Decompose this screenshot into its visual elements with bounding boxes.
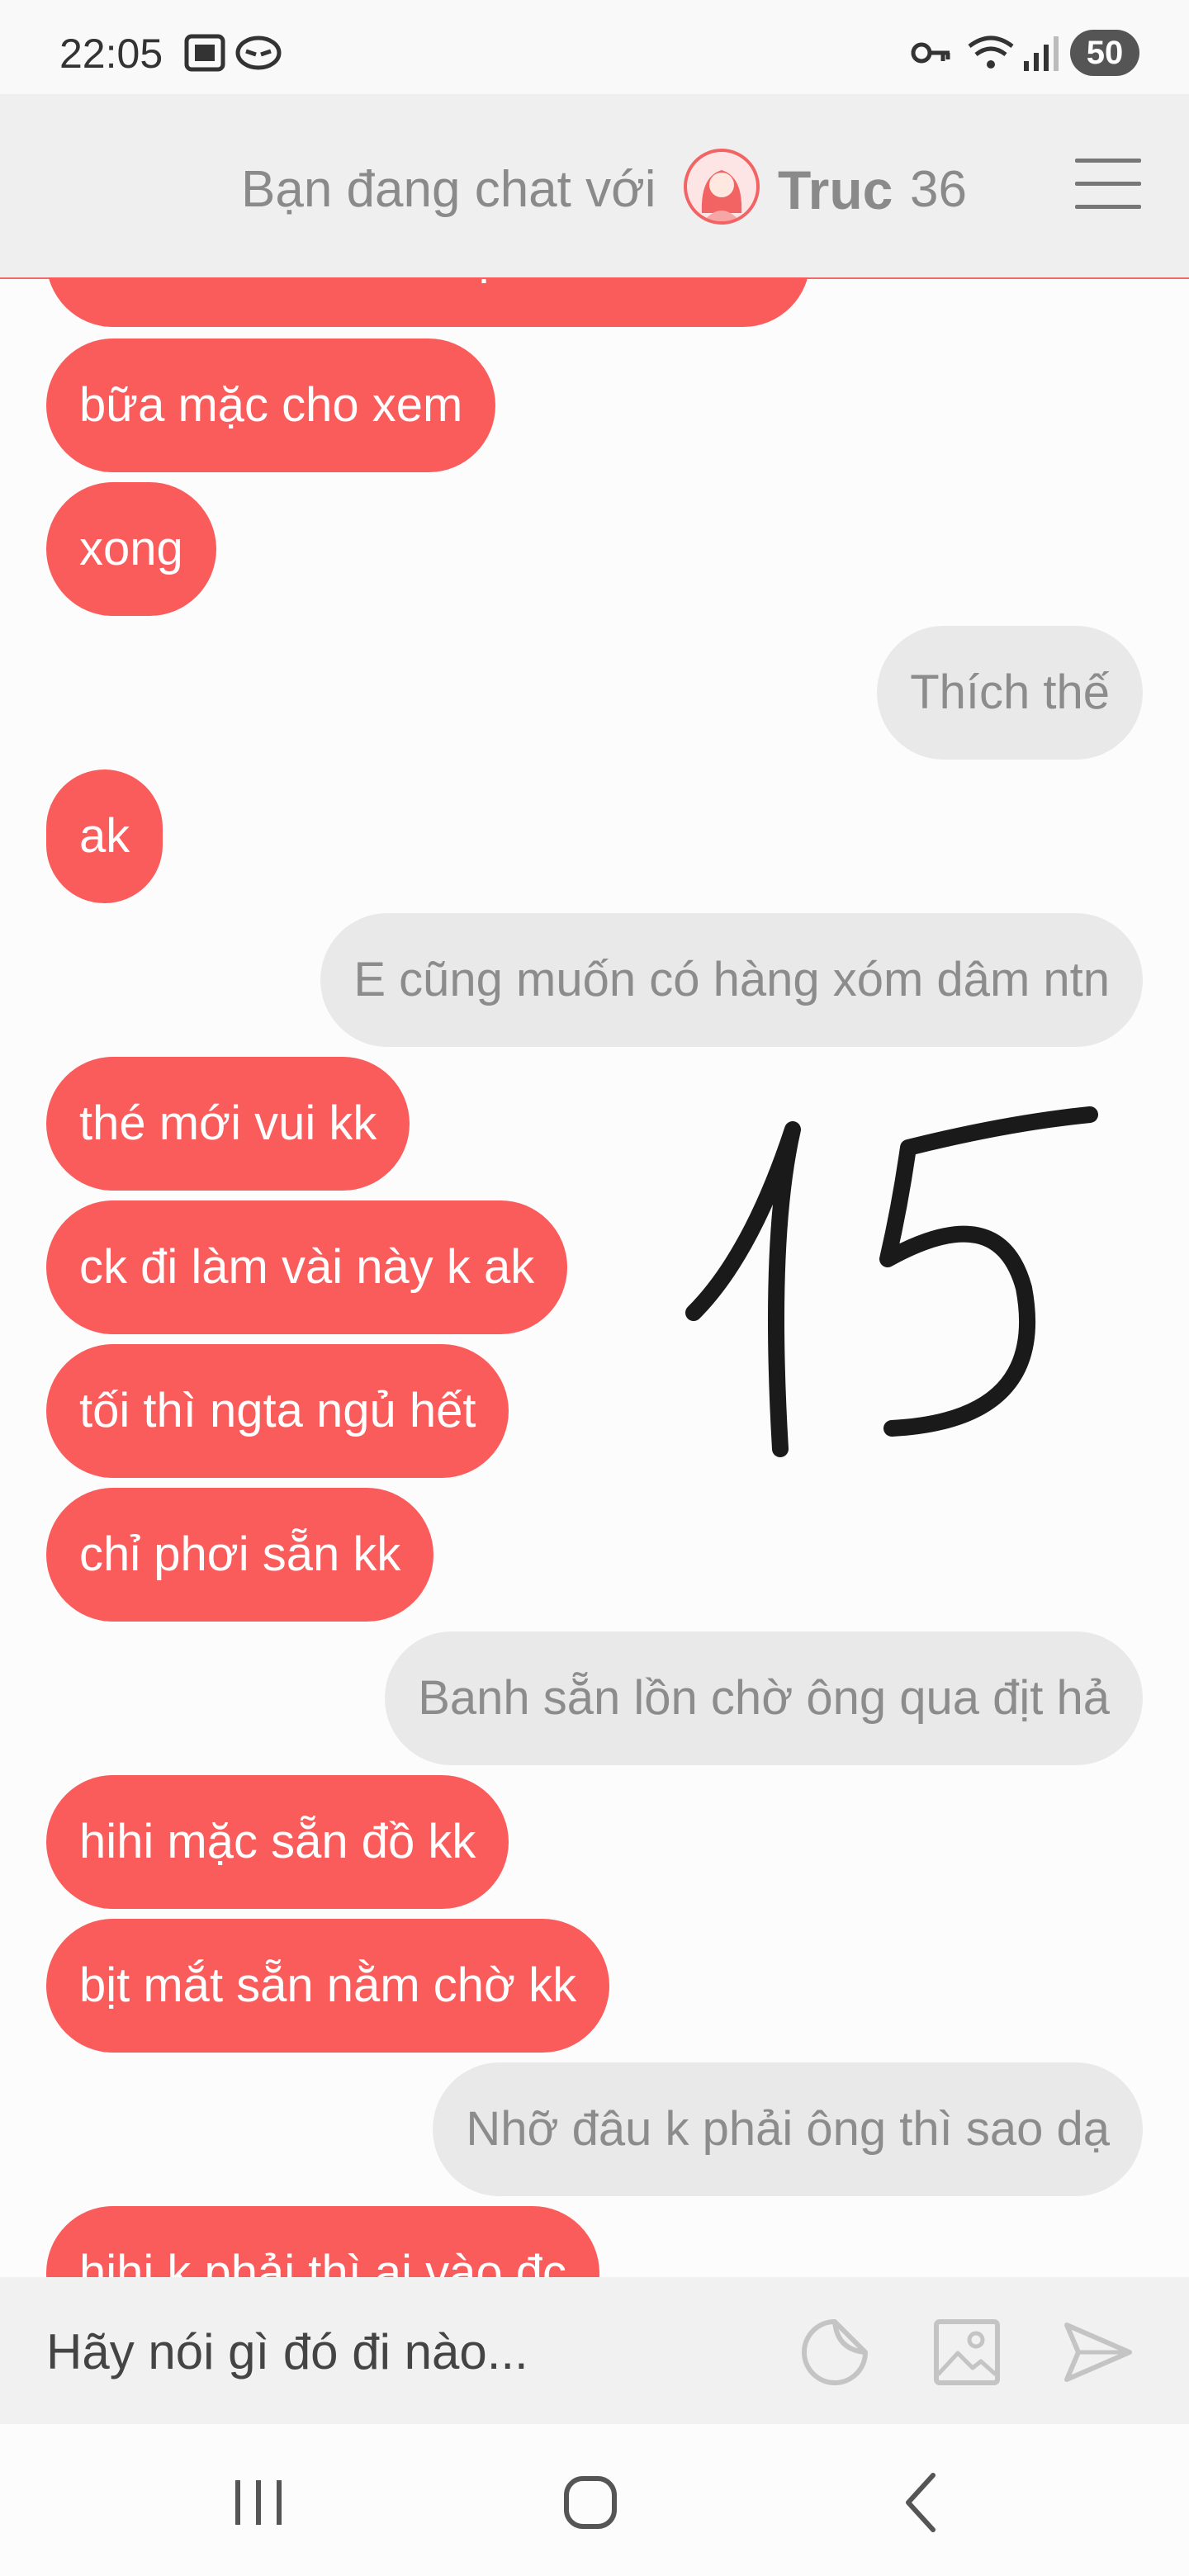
message-bubble-sent: Nhỡ đâu k phải ông thì sao dạ bbox=[433, 2062, 1143, 2196]
chat-header: Bạn đang chat với Truc 36 bbox=[0, 94, 1189, 279]
message-bubble-received: bịt mắt sẵn nằm chờ kk bbox=[46, 1919, 610, 2053]
screenshot-icon bbox=[184, 34, 225, 72]
chat-head-icon bbox=[235, 36, 282, 70]
message-bubble-received: thì bảo bữa nào mặc cho xem kk bbox=[46, 277, 810, 327]
sticker-icon[interactable] bbox=[798, 2315, 872, 2389]
avatar[interactable] bbox=[684, 149, 760, 225]
navigation-bar bbox=[0, 2424, 1189, 2576]
menu-icon[interactable] bbox=[1075, 157, 1141, 210]
partner-name: Truc bbox=[778, 159, 893, 220]
message-bubble-received: ak bbox=[46, 769, 163, 903]
message-bubble-received: thé mới vui kk bbox=[46, 1057, 410, 1191]
send-icon[interactable] bbox=[1060, 2315, 1135, 2389]
battery-indicator: 50 bbox=[1070, 30, 1139, 76]
input-bar: Hãy nói gì đó đi nào... bbox=[0, 2277, 1189, 2424]
status-time: 22:05 bbox=[59, 31, 163, 77]
message-bubble-received: hihi k phải thì ai vào đc bbox=[46, 2206, 600, 2277]
partner-age: 36 bbox=[910, 161, 967, 218]
message-bubble-received: hihi mặc sẵn đồ kk bbox=[46, 1775, 509, 1909]
message-bubble-received: chỉ phơi sẵn kk bbox=[46, 1488, 434, 1622]
message-bubble-received: bữa mặc cho xem bbox=[46, 339, 496, 472]
home-icon[interactable] bbox=[553, 2465, 628, 2540]
wifi-icon bbox=[968, 36, 1014, 69]
signal-icon bbox=[1024, 36, 1059, 71]
back-icon[interactable] bbox=[885, 2465, 959, 2540]
image-icon[interactable] bbox=[930, 2315, 1004, 2389]
message-bubble-received: xong bbox=[46, 482, 216, 616]
message-input[interactable]: Hãy nói gì đó đi nào... bbox=[46, 2323, 528, 2380]
message-bubble-received: ck đi làm vài này k ak bbox=[46, 1200, 568, 1334]
message-bubble-sent: Thích thế bbox=[877, 626, 1143, 760]
status-bar: 22:05 50 bbox=[0, 0, 1189, 94]
female-avatar-icon bbox=[701, 170, 742, 221]
recent-apps-icon[interactable] bbox=[221, 2465, 296, 2540]
message-bubble-sent: E cũng muốn có hàng xóm dâm ntn bbox=[320, 913, 1143, 1047]
key-icon bbox=[911, 42, 950, 64]
header-prefix: Bạn đang chat với bbox=[241, 161, 656, 218]
message-bubble-received: tối thì ngta ngủ hết bbox=[46, 1344, 509, 1478]
message-list[interactable]: thì bảo bữa nào mặc cho xem kk bữa mặc c… bbox=[0, 277, 1189, 2277]
message-bubble-sent: Banh sẵn lồn chờ ông qua địt hả bbox=[385, 1631, 1143, 1765]
